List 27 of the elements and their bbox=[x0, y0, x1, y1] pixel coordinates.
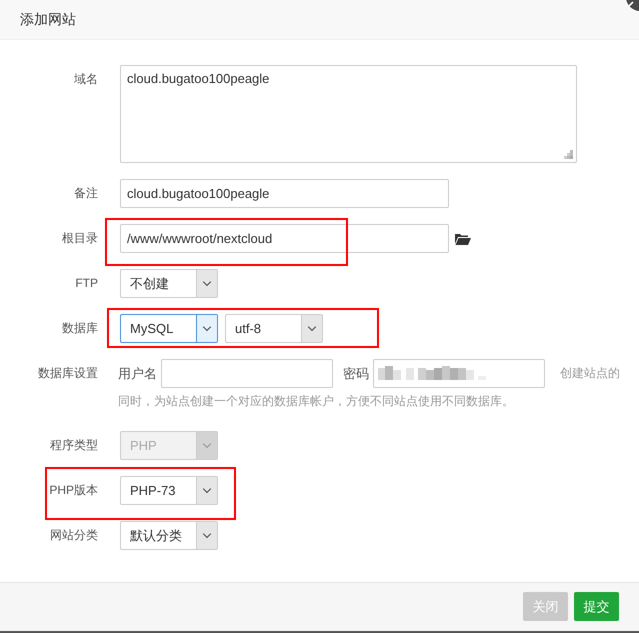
username-input[interactable] bbox=[161, 359, 333, 388]
dropdown-select[interactable]: utf-8 bbox=[225, 314, 323, 343]
domain-textarea[interactable]: cloud.bugatoo100peagle bbox=[120, 65, 577, 163]
field-label: 数据库设置 bbox=[38, 366, 98, 380]
dropdown-select[interactable]: PHP-73 bbox=[120, 476, 218, 505]
field-label: 域名 bbox=[74, 72, 98, 86]
field-label: 数据库 bbox=[62, 321, 98, 335]
field-label: 网站分类 bbox=[50, 528, 98, 542]
field-label: 根目录 bbox=[62, 231, 98, 245]
remark-input[interactable]: cloud.bugatoo100peagle bbox=[120, 179, 449, 208]
field-label: 备注 bbox=[74, 186, 98, 200]
hint-text: 创建站点的 bbox=[560, 365, 620, 382]
field-label: FTP bbox=[75, 276, 98, 290]
dropdown-select[interactable]: MySQL bbox=[120, 314, 218, 343]
password-input[interactable] bbox=[373, 359, 545, 388]
field-label: 程序类型 bbox=[50, 438, 98, 452]
close-icon[interactable] bbox=[624, 0, 639, 13]
username-label: 用户名 bbox=[118, 364, 157, 382]
field-label: PHP版本 bbox=[49, 483, 98, 497]
path-input[interactable]: /www/wwwroot/nextcloud bbox=[120, 224, 449, 253]
dialog-title: 添加网站 bbox=[20, 10, 76, 28]
dropdown-select[interactable]: 不创建 bbox=[120, 269, 218, 298]
password-label: 密码 bbox=[343, 364, 369, 382]
resize-grip-icon[interactable] bbox=[564, 150, 573, 159]
dropdown-select[interactable]: 默认分类 bbox=[120, 521, 218, 550]
folder-icon[interactable] bbox=[455, 233, 471, 245]
hint-text: 同时，为站点创建一个对应的数据库帐户，方便不同站点使用不同数据库。 bbox=[118, 393, 515, 410]
